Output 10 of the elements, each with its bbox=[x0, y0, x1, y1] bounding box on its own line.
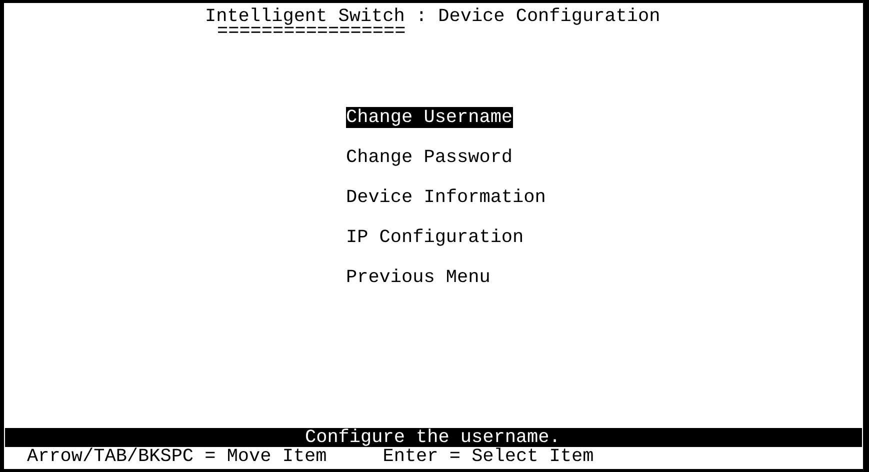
menu-item[interactable]: Change Password bbox=[346, 147, 513, 168]
status-bar: Configure the username. bbox=[5, 428, 862, 447]
menu-item[interactable]: Change Username bbox=[346, 107, 513, 128]
help-text: Arrow/TAB/BKSPC = Move Item bbox=[27, 447, 327, 469]
screen-title: Intelligent Switch : Device Configuration bbox=[205, 7, 660, 27]
menu-item[interactable]: Device Information bbox=[346, 187, 546, 208]
menu-item[interactable]: Previous Menu bbox=[346, 267, 490, 288]
help-text: Enter = Select Item bbox=[382, 447, 594, 469]
menu-item[interactable]: IP Configuration bbox=[346, 227, 524, 248]
title-underline: ================= bbox=[217, 27, 406, 37]
